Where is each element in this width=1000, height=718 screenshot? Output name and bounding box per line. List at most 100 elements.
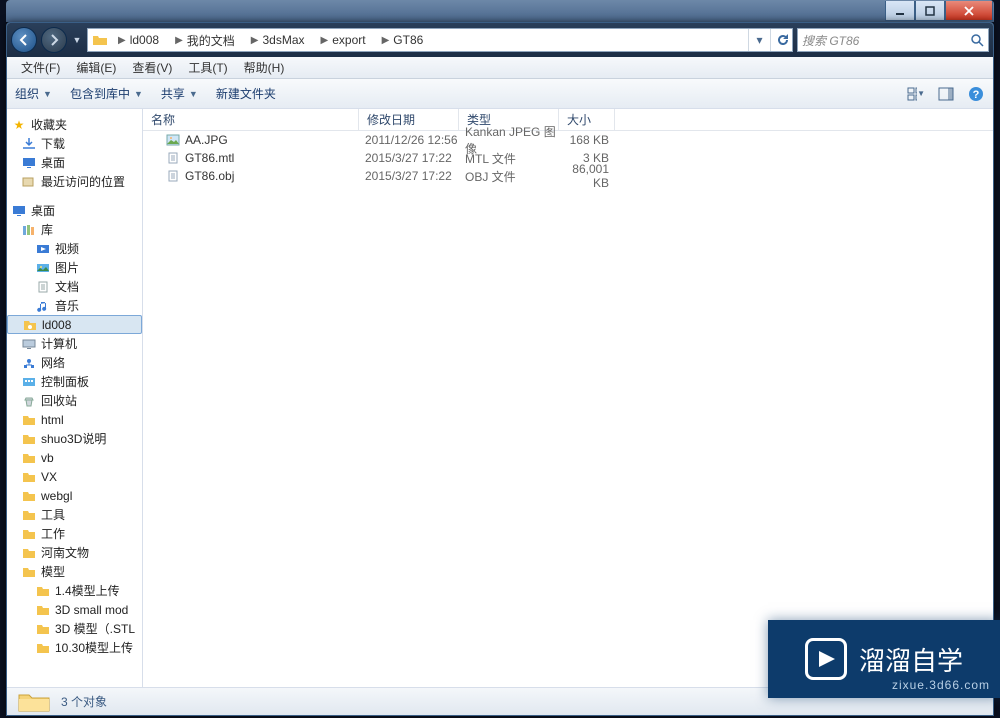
tree-item-shuo3D说明[interactable]: shuo3D说明: [7, 429, 142, 448]
tree-subitem-3D 模型（.STL[interactable]: 3D 模型（.STL: [7, 619, 142, 638]
tree-subitem-10.30模型上传[interactable]: 10.30模型上传: [7, 638, 142, 657]
file-date: 2011/12/26 12:56: [359, 133, 459, 147]
tb-organize[interactable]: 组织▼: [15, 85, 52, 102]
file-icon: [165, 133, 181, 147]
content-area: ★ 收藏夹 下载 桌面 最近访问的位置: [7, 109, 993, 687]
tree-item-网络[interactable]: 网络: [7, 353, 142, 372]
library-icon: [21, 223, 37, 237]
file-date: 2015/3/27 17:22: [359, 169, 459, 183]
tree-favorites: ★ 收藏夹 下载 桌面 最近访问的位置: [7, 115, 142, 191]
col-date[interactable]: 修改日期: [359, 109, 459, 130]
tree-item-ld008[interactable]: ld008: [7, 315, 142, 334]
search-icon[interactable]: [970, 33, 984, 47]
recent-icon: [21, 175, 37, 189]
tree-item-webgl[interactable]: webgl: [7, 486, 142, 505]
file-size: 86,001 KB: [559, 162, 615, 190]
tree-documents[interactable]: 文档: [7, 277, 142, 296]
file-row[interactable]: AA.JPG2011/12/26 12:56Kankan JPEG 图像168 …: [143, 131, 993, 149]
crumb-0[interactable]: ld008: [130, 33, 159, 47]
tree-item-控制面板[interactable]: 控制面板: [7, 372, 142, 391]
tree-favorites-header[interactable]: ★ 收藏夹: [7, 115, 142, 134]
preview-pane-button[interactable]: [937, 85, 955, 103]
address-dropdown[interactable]: ▾: [748, 29, 770, 51]
back-button[interactable]: [11, 27, 37, 53]
network-icon: [21, 356, 37, 370]
tree-library[interactable]: 库: [7, 220, 142, 239]
tree-item-模型[interactable]: 模型: [7, 562, 142, 581]
view-options-button[interactable]: ▼: [907, 85, 925, 103]
chevron-right-icon: ▶: [317, 35, 333, 46]
column-headers: 名称 修改日期 类型 大小: [143, 109, 993, 131]
search-box[interactable]: 搜索 GT86: [797, 28, 989, 52]
tb-include-in-library[interactable]: 包含到库中▼: [70, 85, 143, 102]
file-date: 2015/3/27 17:22: [359, 151, 459, 165]
menu-edit[interactable]: 编辑(E): [68, 59, 124, 76]
tree-music[interactable]: 音乐: [7, 296, 142, 315]
tree-item-回收站[interactable]: 回收站: [7, 391, 142, 410]
tree-downloads[interactable]: 下载: [7, 134, 142, 153]
tree-subitem-1.4模型上传[interactable]: 1.4模型上传: [7, 581, 142, 600]
watermark-icon: [805, 638, 847, 680]
tree-item-河南文物[interactable]: 河南文物: [7, 543, 142, 562]
col-size[interactable]: 大小: [559, 109, 615, 130]
tree-item-计算机[interactable]: 计算机: [7, 334, 142, 353]
file-name: GT86.mtl: [185, 151, 234, 165]
watermark: 溜溜自学 zixue.3d66.com: [768, 620, 1000, 698]
folder-icon: [21, 451, 37, 465]
close-button[interactable]: [945, 1, 993, 21]
menu-help[interactable]: 帮助(H): [236, 59, 293, 76]
tree-recent[interactable]: 最近访问的位置: [7, 172, 142, 191]
menu-bar: 文件(F) 编辑(E) 查看(V) 工具(T) 帮助(H): [7, 57, 993, 79]
tb-new-folder[interactable]: 新建文件夹: [216, 85, 276, 102]
tree-item-vb[interactable]: vb: [7, 448, 142, 467]
file-list[interactable]: AA.JPG2011/12/26 12:56Kankan JPEG 图像168 …: [143, 131, 993, 185]
crumb-3[interactable]: export: [332, 33, 365, 47]
chevron-down-icon: ▼: [189, 89, 198, 99]
forward-button[interactable]: [41, 27, 67, 53]
tree-desktop-root[interactable]: 桌面: [7, 201, 142, 220]
chevron-right-icon: ▶: [171, 35, 187, 46]
video-icon: [35, 242, 51, 256]
tree-item-工作[interactable]: 工作: [7, 524, 142, 543]
folder-icon: [35, 584, 51, 598]
picture-icon: [35, 261, 51, 275]
history-dropdown[interactable]: ▼: [71, 30, 83, 50]
tree-item-VX[interactable]: VX: [7, 467, 142, 486]
desktop-icon: [11, 204, 27, 218]
file-row[interactable]: GT86.obj2015/3/27 17:22OBJ 文件86,001 KB: [143, 167, 993, 185]
folder-user-icon: [22, 318, 38, 332]
tree-pictures[interactable]: 图片: [7, 258, 142, 277]
help-button[interactable]: ?: [967, 85, 985, 103]
maximize-button[interactable]: [915, 1, 945, 21]
chevron-right-icon: ▶: [378, 35, 394, 46]
nav-bar: ▼ ▶ld008 ▶我的文档 ▶3dsMax ▶export ▶GT86 ▾ 搜…: [7, 23, 993, 57]
folder-icon: [21, 413, 37, 427]
tree-item-html[interactable]: html: [7, 410, 142, 429]
folder-icon: [21, 432, 37, 446]
watermark-title: 溜溜自学: [859, 641, 963, 678]
menu-view[interactable]: 查看(V): [124, 59, 180, 76]
menu-tools[interactable]: 工具(T): [180, 59, 235, 76]
address-bar[interactable]: ▶ld008 ▶我的文档 ▶3dsMax ▶export ▶GT86 ▾: [87, 28, 793, 52]
download-icon: [21, 137, 37, 151]
tree-item-工具[interactable]: 工具: [7, 505, 142, 524]
folder-icon: [21, 508, 37, 522]
folder-icon: [21, 489, 37, 503]
chevron-down-icon: ▼: [43, 89, 52, 99]
tree-subitem-3D small mod[interactable]: 3D small mod: [7, 600, 142, 619]
crumb-1[interactable]: 我的文档: [187, 32, 235, 49]
menu-file[interactable]: 文件(F): [13, 59, 68, 76]
col-name[interactable]: 名称: [143, 109, 359, 130]
tree-desktop[interactable]: 桌面: [7, 153, 142, 172]
navigation-pane[interactable]: ★ 收藏夹 下载 桌面 最近访问的位置: [7, 109, 143, 687]
refresh-button[interactable]: [770, 29, 792, 51]
file-size: 168 KB: [559, 133, 615, 147]
tree-video[interactable]: 视频: [7, 239, 142, 258]
crumb-4[interactable]: GT86: [393, 33, 423, 47]
crumb-2[interactable]: 3dsMax: [263, 33, 305, 47]
file-name: GT86.obj: [185, 169, 234, 183]
window-titlebar: [6, 0, 994, 22]
minimize-button[interactable]: [885, 1, 915, 21]
tb-share[interactable]: 共享▼: [161, 85, 198, 102]
file-name: AA.JPG: [185, 133, 228, 147]
